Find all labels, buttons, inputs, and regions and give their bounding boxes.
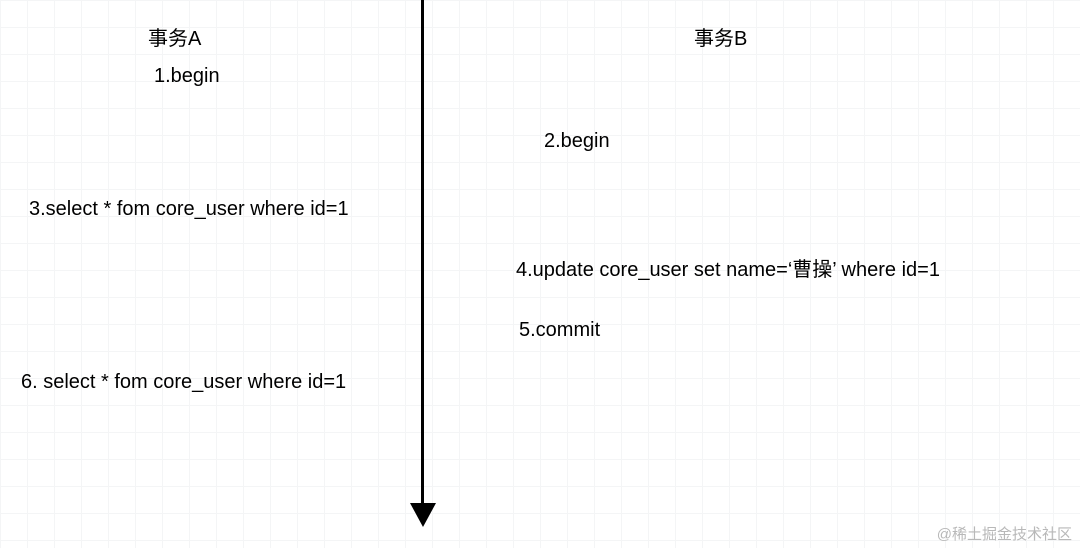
transaction-a-header: 事务A xyxy=(148,22,201,51)
step-1: 1.begin xyxy=(154,65,220,88)
step-6: 6. select * fom core_user where id=1 xyxy=(21,371,346,394)
step-3: 3.select * fom core_user where id=1 xyxy=(29,198,349,221)
step-5: 5.commit xyxy=(519,319,600,342)
timeline-arrow-head xyxy=(410,503,436,527)
step-4: 4.update core_user set name=‘曹操’ where i… xyxy=(516,253,940,282)
step-2: 2.begin xyxy=(544,130,610,153)
timeline-arrow-line xyxy=(421,0,424,504)
transaction-b-header: 事务B xyxy=(694,22,747,51)
watermark: @稀土掘金技术社区 xyxy=(937,523,1072,544)
